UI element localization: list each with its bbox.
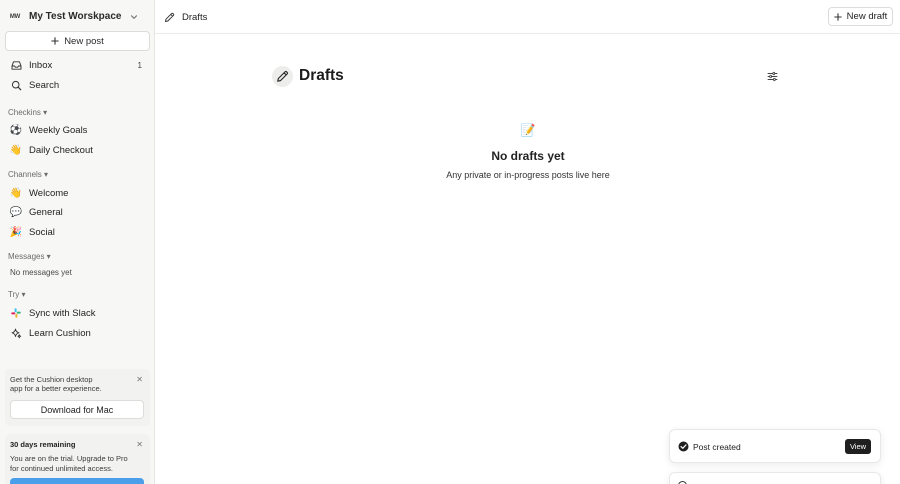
soccer-ball-icon: ⚽ bbox=[9, 124, 23, 136]
sidebar-item-weekly-goals[interactable]: ⚽ Weekly Goals bbox=[0, 121, 154, 139]
plus-icon bbox=[51, 37, 59, 45]
page-header: Drafts bbox=[272, 65, 344, 87]
waving-hand-icon: 👋 bbox=[9, 187, 23, 199]
toast-notification bbox=[669, 472, 881, 484]
sidebar-item-label: Daily Checkout bbox=[29, 144, 93, 156]
page-title: Drafts bbox=[299, 67, 344, 84]
search-icon bbox=[10, 79, 22, 91]
sidebar-item-sync-slack[interactable]: Sync with Slack bbox=[0, 304, 154, 322]
sidebar-item-label: Learn Cushion bbox=[29, 327, 91, 339]
section-header-messages[interactable]: Messages ▾ bbox=[8, 252, 51, 261]
section-header-checkins[interactable]: Checkins ▾ bbox=[8, 108, 47, 117]
new-post-label: New post bbox=[64, 35, 104, 47]
sidebar-item-learn-cushion[interactable]: Learn Cushion bbox=[0, 324, 154, 342]
memo-icon: 📝 bbox=[520, 123, 536, 137]
toast-message: Post created bbox=[693, 442, 741, 452]
download-for-mac-button[interactable]: Download for Mac bbox=[10, 400, 144, 419]
top-bar-title: Drafts bbox=[182, 11, 208, 23]
speech-bubble-icon: 💬 bbox=[9, 206, 23, 218]
sidebar-item-daily-checkout[interactable]: 👋 Daily Checkout bbox=[0, 141, 154, 159]
desktop-card-line2: app for a better experience. bbox=[10, 384, 102, 393]
trial-card-line2: for continued unlimited access. bbox=[10, 463, 113, 473]
close-icon[interactable]: ✕ bbox=[136, 375, 143, 384]
toast-notification: Post created View bbox=[669, 429, 881, 463]
trial-card: 30 days remaining You are on the trial. … bbox=[5, 434, 150, 484]
sparkle-icon bbox=[10, 327, 22, 339]
sidebar: MW My Test Worskpace New post Inbox 1 Se… bbox=[0, 0, 155, 484]
filter-settings-icon[interactable] bbox=[767, 71, 778, 82]
workspace-avatar: MW bbox=[9, 13, 21, 20]
party-popper-icon: 🎉 bbox=[9, 226, 23, 238]
plus-icon bbox=[833, 12, 842, 21]
desktop-app-card: Get the Cushion desktop app for a better… bbox=[5, 369, 150, 426]
toast-view-button[interactable]: View bbox=[845, 439, 871, 454]
messages-empty-text: No messages yet bbox=[10, 268, 72, 277]
trial-card-title: 30 days remaining bbox=[10, 440, 76, 449]
new-draft-button[interactable]: New draft bbox=[828, 7, 893, 26]
sidebar-item-general[interactable]: 💬 General bbox=[0, 203, 154, 221]
trial-card-line1: You are on the trial. Upgrade to Pro bbox=[10, 454, 128, 463]
sidebar-item-label: Weekly Goals bbox=[29, 124, 88, 136]
inbox-icon bbox=[10, 59, 22, 71]
sidebar-item-welcome[interactable]: 👋 Welcome bbox=[0, 184, 154, 202]
workspace-switcher[interactable]: MW My Test Worskpace bbox=[8, 8, 148, 25]
section-header-channels[interactable]: Channels ▾ bbox=[8, 170, 48, 179]
pencil-icon bbox=[272, 65, 293, 87]
sidebar-item-search[interactable]: Search bbox=[0, 76, 154, 94]
chevron-down-icon bbox=[131, 14, 138, 19]
close-icon[interactable]: ✕ bbox=[136, 440, 143, 449]
waving-hand-icon: 👋 bbox=[9, 144, 23, 156]
workspace-name: My Test Worskpace bbox=[29, 11, 122, 22]
sidebar-item-inbox[interactable]: Inbox 1 bbox=[0, 56, 154, 74]
sidebar-item-social[interactable]: 🎉 Social bbox=[0, 223, 154, 241]
inbox-count-badge: 1 bbox=[137, 60, 142, 70]
pencil-icon bbox=[165, 12, 175, 22]
sidebar-item-label: Social bbox=[29, 226, 55, 238]
empty-state-subtitle: Any private or in-progress posts live he… bbox=[446, 170, 610, 180]
breadcrumb: Drafts bbox=[164, 9, 207, 25]
slack-icon bbox=[10, 307, 22, 319]
sidebar-item-label: Inbox bbox=[29, 59, 53, 71]
top-bar: Drafts New draft bbox=[155, 0, 900, 34]
sidebar-item-label: Sync with Slack bbox=[29, 307, 96, 319]
sidebar-item-label: General bbox=[29, 206, 63, 218]
sidebar-item-label: Search bbox=[29, 79, 60, 91]
check-circle-icon bbox=[678, 441, 689, 452]
new-draft-label: New draft bbox=[846, 11, 888, 22]
upgrade-button[interactable] bbox=[10, 478, 144, 484]
empty-state-title: No drafts yet bbox=[491, 149, 565, 163]
section-header-try[interactable]: Try ▾ bbox=[8, 290, 26, 299]
sidebar-item-label: Welcome bbox=[29, 187, 69, 199]
new-post-button[interactable]: New post bbox=[5, 31, 150, 51]
